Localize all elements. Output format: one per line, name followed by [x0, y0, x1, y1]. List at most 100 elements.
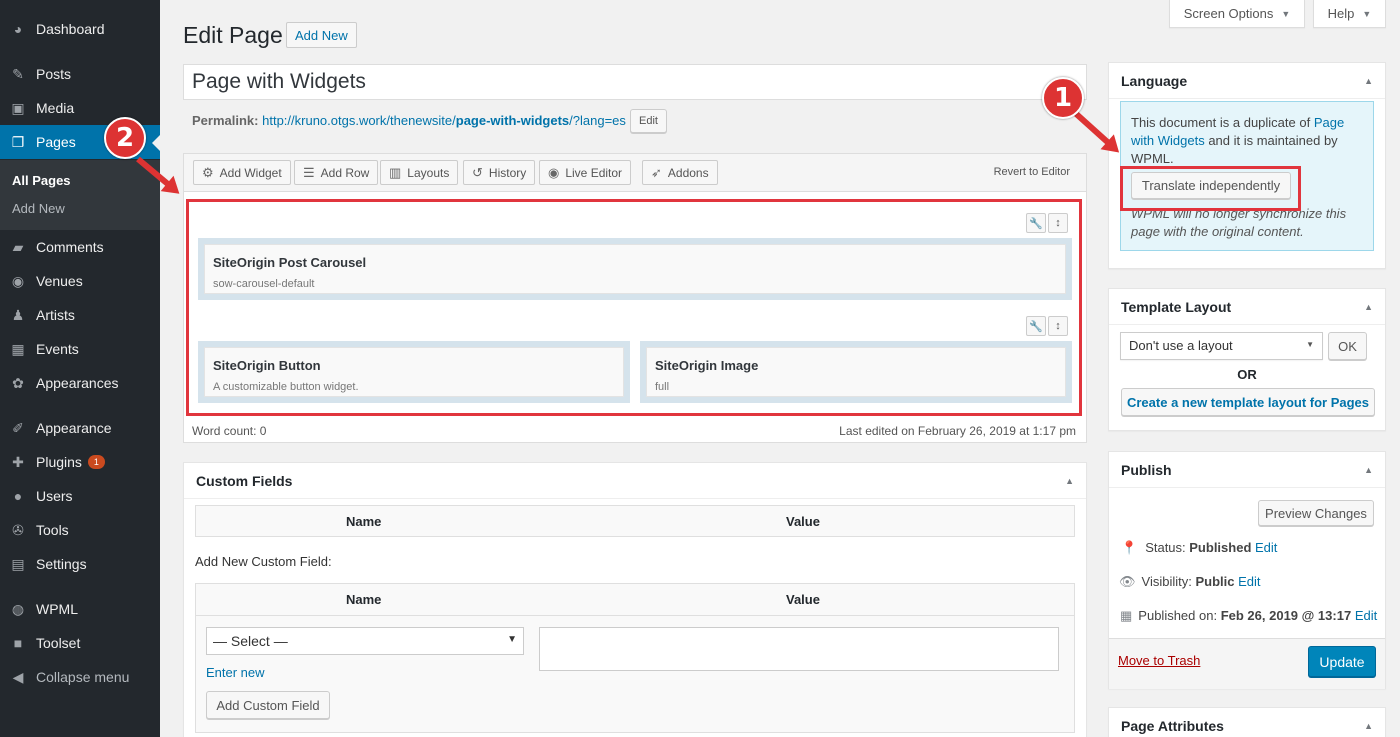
published-on-row: ▦ Published on: Feb 26, 2019 @ 13:17 Edit	[1120, 608, 1378, 623]
page-title: Edit Page	[183, 22, 283, 48]
publish-actions: Move to Trash Update	[1109, 638, 1385, 689]
template-layout-select[interactable]: Don't use a layout ▼	[1120, 332, 1323, 360]
custom-fields-box: Custom Fields ▲ Name Value Add New Custom…	[183, 462, 1087, 737]
palette-icon: ✿	[12, 374, 24, 391]
move-to-trash-link[interactable]: Move to Trash	[1118, 653, 1200, 668]
template-layout-header[interactable]: Template Layout ▲	[1109, 289, 1385, 325]
wrench-icon: ✇	[12, 521, 24, 538]
add-widget-button[interactable]: ⚙ Add Widget	[193, 160, 291, 185]
plugin-icon: ✚	[12, 453, 24, 470]
pin-icon: 📍	[1121, 540, 1138, 555]
settings-icon: ▤	[11, 555, 25, 572]
edit-date-link[interactable]: Edit	[1355, 608, 1377, 623]
language-header[interactable]: Language ▲	[1109, 63, 1385, 99]
column-value-header: Value	[786, 592, 820, 607]
visibility-row: 👁 Visibility: Public Edit	[1119, 574, 1261, 589]
status-row: 📍 Status: Published Edit	[1121, 540, 1278, 555]
menu-dashboard[interactable]: ◕ Dashboard	[0, 12, 160, 46]
add-new-button[interactable]: Add New	[286, 22, 357, 48]
template-layout-box: Template Layout ▲ Don't use a layout ▼ OK …	[1108, 288, 1386, 431]
builder-toolbar: ⚙ Add Widget ☰ Add Row ▥ Layouts ↺ History ◉…	[184, 154, 1086, 192]
history-button[interactable]: ↺ History	[463, 160, 536, 185]
menu-users[interactable]: ● Users	[0, 479, 160, 513]
translate-highlight	[1120, 166, 1301, 211]
submenu-all-pages[interactable]: All Pages	[12, 173, 71, 188]
globe-icon: ◉	[11, 272, 25, 289]
pin-icon: ✎	[12, 65, 24, 82]
collapse-icon: ◀	[12, 668, 24, 685]
permalink-edit-button[interactable]: Edit	[630, 109, 667, 133]
menu-appearances[interactable]: ✿ Appearances	[0, 366, 160, 400]
or-separator: OR	[1237, 367, 1257, 382]
chevron-down-icon: ▼	[1306, 340, 1314, 349]
chevron-up-icon[interactable]: ▲	[1364, 721, 1373, 731]
annotation-marker-2: 2	[104, 117, 146, 159]
eye-icon: ◉	[548, 164, 560, 180]
eye-icon: 👁	[1119, 574, 1136, 589]
media-icon: ▣	[11, 99, 25, 116]
chevron-up-icon[interactable]: ▲	[1364, 302, 1373, 312]
menu-posts[interactable]: ✎ Posts	[0, 57, 160, 91]
submenu-add-new[interactable]: Add New	[12, 201, 65, 216]
last-edited: Last edited on February 26, 2019 at 1:17…	[839, 424, 1076, 438]
chevron-up-icon[interactable]: ▲	[1065, 476, 1074, 486]
custom-field-value-textarea[interactable]	[539, 627, 1059, 671]
menu-appearance[interactable]: ✐ Appearance	[0, 411, 160, 445]
chevron-down-icon: ▼	[507, 634, 517, 645]
menu-wpml[interactable]: ◍ WPML	[0, 592, 160, 626]
permalink-link[interactable]: http://kruno.otgs.work/thenewsite/page-w…	[262, 113, 626, 128]
add-custom-field-button[interactable]: Add Custom Field	[206, 691, 330, 719]
layouts-button[interactable]: ▥ Layouts	[380, 160, 459, 185]
builder-highlight	[186, 199, 1082, 416]
custom-fields-table-header: Name Value	[195, 505, 1075, 537]
post-title-input[interactable]: Page with Widgets	[183, 64, 1087, 100]
page-attributes-box: Page Attributes ▲	[1108, 707, 1386, 737]
pages-submenu: All Pages Add New	[0, 160, 160, 230]
menu-artists[interactable]: ♟ Artists	[0, 298, 160, 332]
edit-visibility-link[interactable]: Edit	[1238, 574, 1260, 589]
addons-button[interactable]: ➶ Addons	[642, 160, 718, 185]
live-editor-button[interactable]: ◉ Live Editor	[539, 160, 632, 185]
history-icon: ↺	[472, 164, 483, 180]
preview-changes-button[interactable]: Preview Changes	[1258, 500, 1374, 526]
comment-icon: ▰	[12, 238, 24, 255]
update-button[interactable]: Update	[1308, 646, 1376, 677]
gear-icon: ⚙	[202, 164, 214, 180]
menu-collapse[interactable]: ◀ Collapse menu	[0, 660, 160, 694]
add-row-button[interactable]: ☰ Add Row	[294, 160, 379, 185]
revert-to-editor-link[interactable]: Revert to Editor	[994, 166, 1070, 178]
enter-new-link[interactable]: Enter new	[206, 665, 265, 680]
menu-venues[interactable]: ◉ Venues	[0, 264, 160, 298]
rows-icon: ☰	[303, 164, 315, 180]
page-attributes-header[interactable]: Page Attributes ▲	[1109, 708, 1385, 737]
rocket-icon: ➶	[651, 164, 662, 180]
pages-icon: ❐	[11, 133, 25, 150]
admin-sidebar: ◕ Dashboard ✎ Posts ▣ Media ❐ Pages All Page…	[0, 0, 160, 737]
create-template-layout-button[interactable]: Create a new template layout for Pages	[1121, 388, 1375, 416]
brush-icon: ✐	[12, 419, 24, 436]
menu-events[interactable]: ▦ Events	[0, 332, 160, 366]
help-button[interactable]: Help ▼	[1313, 0, 1386, 28]
chevron-up-icon[interactable]: ▲	[1364, 465, 1373, 475]
toolset-icon: ■	[13, 635, 23, 651]
publish-header[interactable]: Publish ▲	[1109, 452, 1385, 488]
template-ok-button[interactable]: OK	[1328, 332, 1367, 360]
edit-status-link[interactable]: Edit	[1255, 540, 1277, 555]
menu-plugins[interactable]: ✚ Plugins 1	[0, 445, 160, 479]
custom-fields-header[interactable]: Custom Fields ▲	[184, 463, 1086, 499]
wpml-icon: ◍	[11, 600, 25, 617]
custom-field-name-select[interactable]: — Select — ▼	[206, 627, 524, 655]
chevron-down-icon: ▼	[1362, 8, 1372, 19]
dashboard-icon: ◕	[13, 21, 23, 37]
word-count: Word count: 0	[192, 424, 267, 438]
menu-toolset[interactable]: ■ Toolset	[0, 626, 160, 660]
calendar-icon: ▦	[11, 340, 25, 357]
publish-box: Publish ▲ Preview Changes 📍 Status: Publis…	[1108, 451, 1386, 689]
screen-options-button[interactable]: Screen Options ▼	[1169, 0, 1305, 28]
menu-settings[interactable]: ▤ Settings	[0, 547, 160, 581]
chevron-up-icon[interactable]: ▲	[1364, 76, 1373, 86]
add-new-custom-field-label: Add New Custom Field:	[195, 554, 332, 569]
menu-comments[interactable]: ▰ Comments	[0, 230, 160, 264]
annotation-marker-1: 1	[1042, 77, 1084, 119]
menu-tools[interactable]: ✇ Tools	[0, 513, 160, 547]
